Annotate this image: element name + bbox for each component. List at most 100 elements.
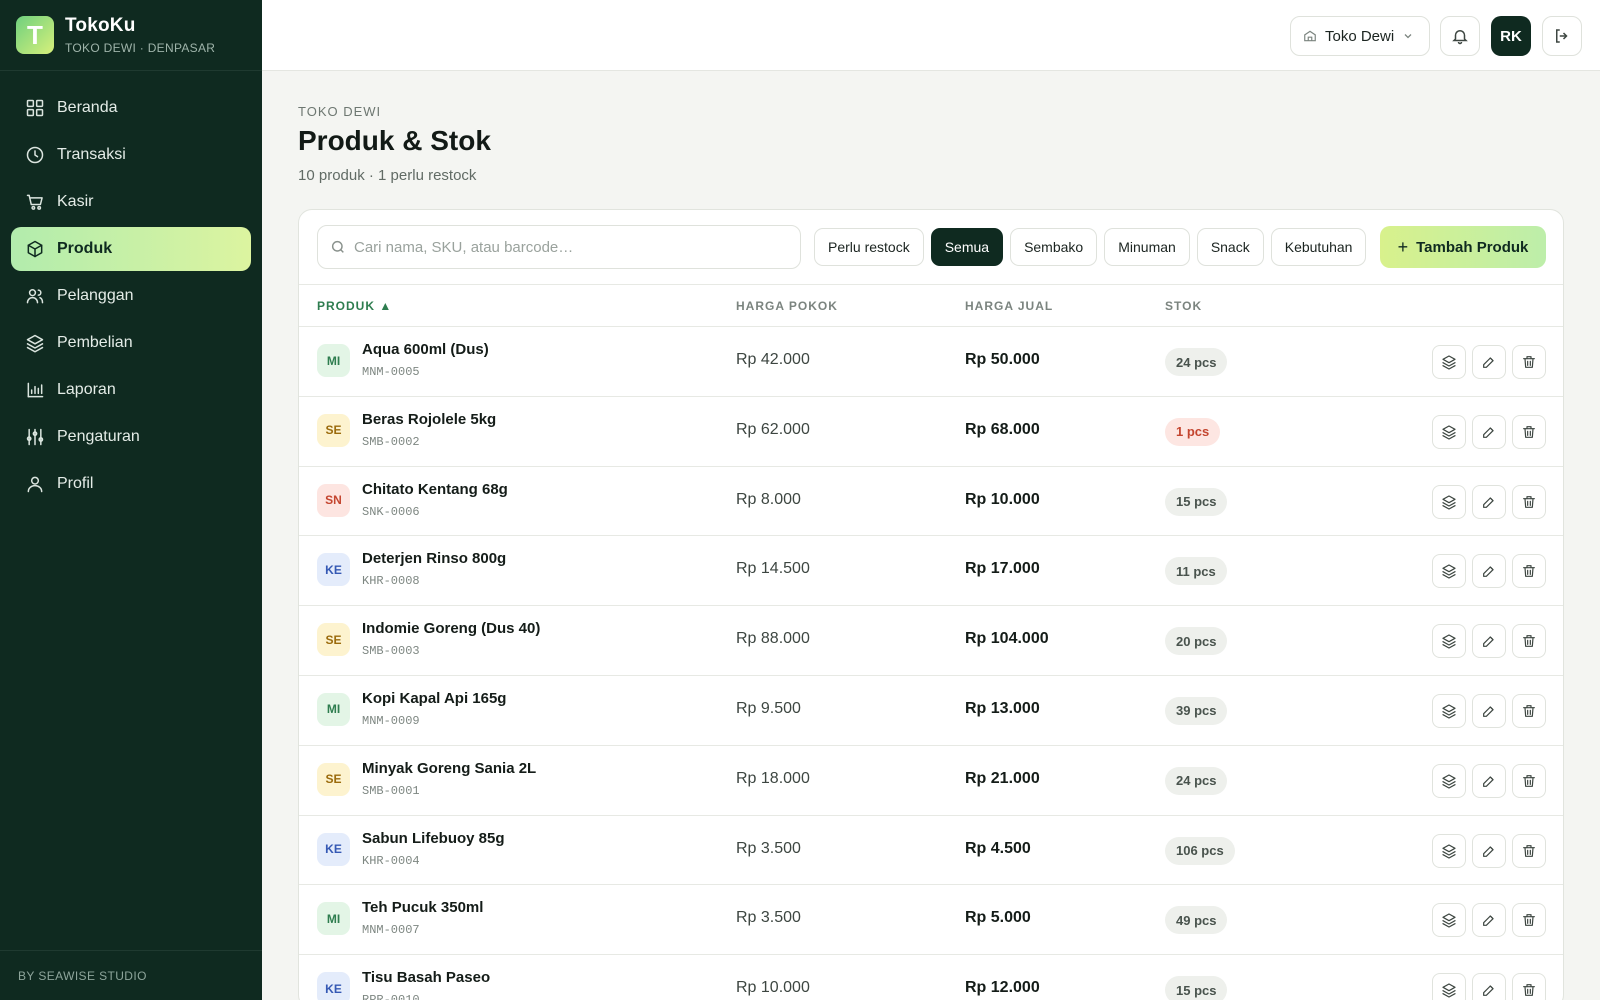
- product-name: Chitato Kentang 68g: [362, 480, 508, 498]
- logout-button[interactable]: [1542, 16, 1582, 56]
- row-actions: [1432, 414, 1546, 449]
- edit-button[interactable]: [1472, 554, 1506, 589]
- product-sku: SNK-0006: [362, 504, 420, 519]
- harga-jual: Rp 50.000: [965, 351, 1040, 368]
- filter-chip-minuman[interactable]: Minuman: [1104, 228, 1190, 266]
- edit-button[interactable]: [1472, 903, 1506, 938]
- table-row[interactable]: SN Chitato Kentang 68g SNK-0006 Rp 8.000 Rp …: [299, 467, 1563, 537]
- sidebar-item-profil[interactable]: Profil: [11, 462, 251, 506]
- harga-pokok: Rp 3.500: [736, 839, 801, 857]
- search-input[interactable]: [354, 238, 774, 256]
- product-name: Indomie Goreng (Dus 40): [362, 620, 541, 638]
- layers-icon: [1442, 564, 1456, 579]
- sidebar-item-beranda[interactable]: Beranda: [11, 86, 251, 130]
- filter-chip-sembako[interactable]: Sembako: [1010, 228, 1098, 266]
- edit-button[interactable]: [1472, 414, 1506, 449]
- stock-adjust-button[interactable]: [1432, 484, 1466, 519]
- stock-adjust-button[interactable]: [1432, 903, 1466, 938]
- delete-button[interactable]: [1512, 414, 1546, 449]
- harga-pokok: Rp 88.000: [736, 630, 810, 648]
- category-badge: MI: [317, 902, 350, 936]
- delete-button[interactable]: [1512, 903, 1546, 938]
- harga-pokok: Rp 3.500: [736, 909, 801, 927]
- main-content: TOKO DEWI Produk & Stok 10 produk · 1 pe…: [298, 71, 1564, 1000]
- sidebar-item-label: Profil: [57, 475, 94, 492]
- avatar[interactable]: RK: [1491, 16, 1531, 56]
- delete-button[interactable]: [1512, 693, 1546, 728]
- stock-badge: 49 pcs: [1165, 906, 1228, 935]
- stock-adjust-button[interactable]: [1432, 693, 1466, 728]
- box-icon: [27, 240, 43, 258]
- edit-button[interactable]: [1472, 345, 1506, 379]
- sidebar-item-transaksi[interactable]: Transaksi: [11, 133, 251, 177]
- table-row[interactable]: SE Indomie Goreng (Dus 40) SMB-0003 Rp 88.0…: [299, 606, 1563, 676]
- delete-button[interactable]: [1512, 624, 1546, 659]
- product-name: Minyak Goreng Sania 2L: [362, 759, 537, 777]
- delete-button[interactable]: [1512, 345, 1546, 379]
- stock-badge: 24 pcs: [1165, 766, 1228, 795]
- stock-adjust-button[interactable]: [1432, 973, 1466, 1000]
- search-icon: [331, 240, 344, 253]
- category-badge: SN: [317, 483, 350, 517]
- harga-jual: Rp 13.000: [965, 699, 1040, 717]
- delete-button[interactable]: [1512, 833, 1546, 868]
- edit-button[interactable]: [1472, 833, 1506, 868]
- edit-button[interactable]: [1472, 693, 1506, 728]
- table-row[interactable]: MI Aqua 600ml (Dus) MNM-0005 Rp 42.000 Rp 50…: [299, 327, 1563, 397]
- column-header-produk[interactable]: PRODUK ▲: [317, 299, 392, 313]
- add-product-button[interactable]: + Tambah Produk: [1380, 226, 1546, 268]
- table-body: MI Aqua 600ml (Dus) MNM-0005 Rp 42.000 Rp 50…: [299, 327, 1563, 1000]
- category-badge: KE: [317, 553, 350, 587]
- delete-button[interactable]: [1512, 763, 1546, 798]
- page-subtitle: 10 produk · 1 perlu restock: [298, 167, 477, 184]
- filter-chip-kebutuhan[interactable]: Kebutuhan: [1270, 228, 1367, 266]
- table-row[interactable]: KE Sabun Lifebuoy 85g KHR-0004 Rp 3.500 Rp 4…: [299, 816, 1563, 886]
- table-row[interactable]: SE Beras Rojolele 5kg SMB-0002 Rp 62.000 Rp …: [299, 397, 1563, 467]
- row-actions: [1432, 693, 1546, 728]
- sidebar-item-pembelian[interactable]: Pembelian: [11, 321, 251, 365]
- table-row[interactable]: KE Deterjen Rinso 800g KHR-0008 Rp 14.500 Rp…: [299, 536, 1563, 607]
- stock-badge: 20 pcs: [1165, 627, 1228, 656]
- sidebar-item-pelanggan[interactable]: Pelanggan: [11, 274, 251, 318]
- edit-icon: [1483, 985, 1494, 997]
- table-row[interactable]: MI Kopi Kapal Api 165g MNM-0009 Rp 9.500 Rp …: [299, 676, 1563, 746]
- edit-button[interactable]: [1472, 763, 1506, 798]
- sidebar-item-label: Kasir: [57, 193, 94, 210]
- filter-chip-perlu-restock[interactable]: Perlu restock: [814, 228, 924, 266]
- row-actions: [1432, 763, 1546, 798]
- filter-chip-snack[interactable]: Snack: [1196, 228, 1264, 266]
- product-sku: KHR-0008: [362, 574, 420, 589]
- search-box[interactable]: [317, 225, 801, 269]
- product-name: Deterjen Rinso 800g: [362, 550, 507, 568]
- sidebar-item-laporan[interactable]: Laporan: [11, 368, 251, 412]
- category-badge: KE: [317, 972, 350, 1000]
- table-row[interactable]: SE Minyak Goreng Sania 2L SMB-0001 Rp 18.00…: [299, 746, 1563, 816]
- cart-icon: [26, 194, 43, 210]
- delete-button[interactable]: [1512, 554, 1546, 589]
- stock-badge: 1 pcs: [1165, 417, 1221, 446]
- notifications-button[interactable]: [1440, 16, 1480, 56]
- delete-button[interactable]: [1512, 973, 1546, 1000]
- sidebar-item-kasir[interactable]: Kasir: [11, 180, 251, 224]
- stock-adjust-button[interactable]: [1432, 345, 1466, 379]
- stock-adjust-button[interactable]: [1432, 624, 1466, 659]
- category-badge: MI: [317, 692, 350, 726]
- edit-button[interactable]: [1472, 973, 1506, 1000]
- stock-adjust-button[interactable]: [1432, 833, 1466, 868]
- stock-adjust-button[interactable]: [1432, 414, 1466, 449]
- product-sku: MNM-0005: [362, 365, 420, 379]
- stock-adjust-button[interactable]: [1432, 554, 1466, 589]
- filter-chip-semua[interactable]: Semua: [930, 228, 1004, 266]
- layers-icon: [1442, 355, 1456, 370]
- chevron-down-icon: [1404, 34, 1412, 39]
- table-row[interactable]: KE Tisu Basah Paseo RPR-0010 Rp 10.000 Rp 12…: [299, 955, 1563, 1000]
- sidebar-item-produk[interactable]: Produk: [11, 227, 251, 271]
- store-selector[interactable]: Toko Dewi: [1290, 16, 1430, 56]
- table-row[interactable]: MI Teh Pucuk 350ml MNM-0007 Rp 3.500 Rp 5.00…: [299, 885, 1563, 956]
- delete-button[interactable]: [1512, 484, 1546, 519]
- stock-adjust-button[interactable]: [1432, 763, 1466, 798]
- edit-button[interactable]: [1472, 484, 1506, 519]
- edit-button[interactable]: [1472, 624, 1506, 659]
- sidebar-item-pengaturan[interactable]: Pengaturan: [11, 415, 251, 459]
- category-badge: SE: [317, 623, 350, 657]
